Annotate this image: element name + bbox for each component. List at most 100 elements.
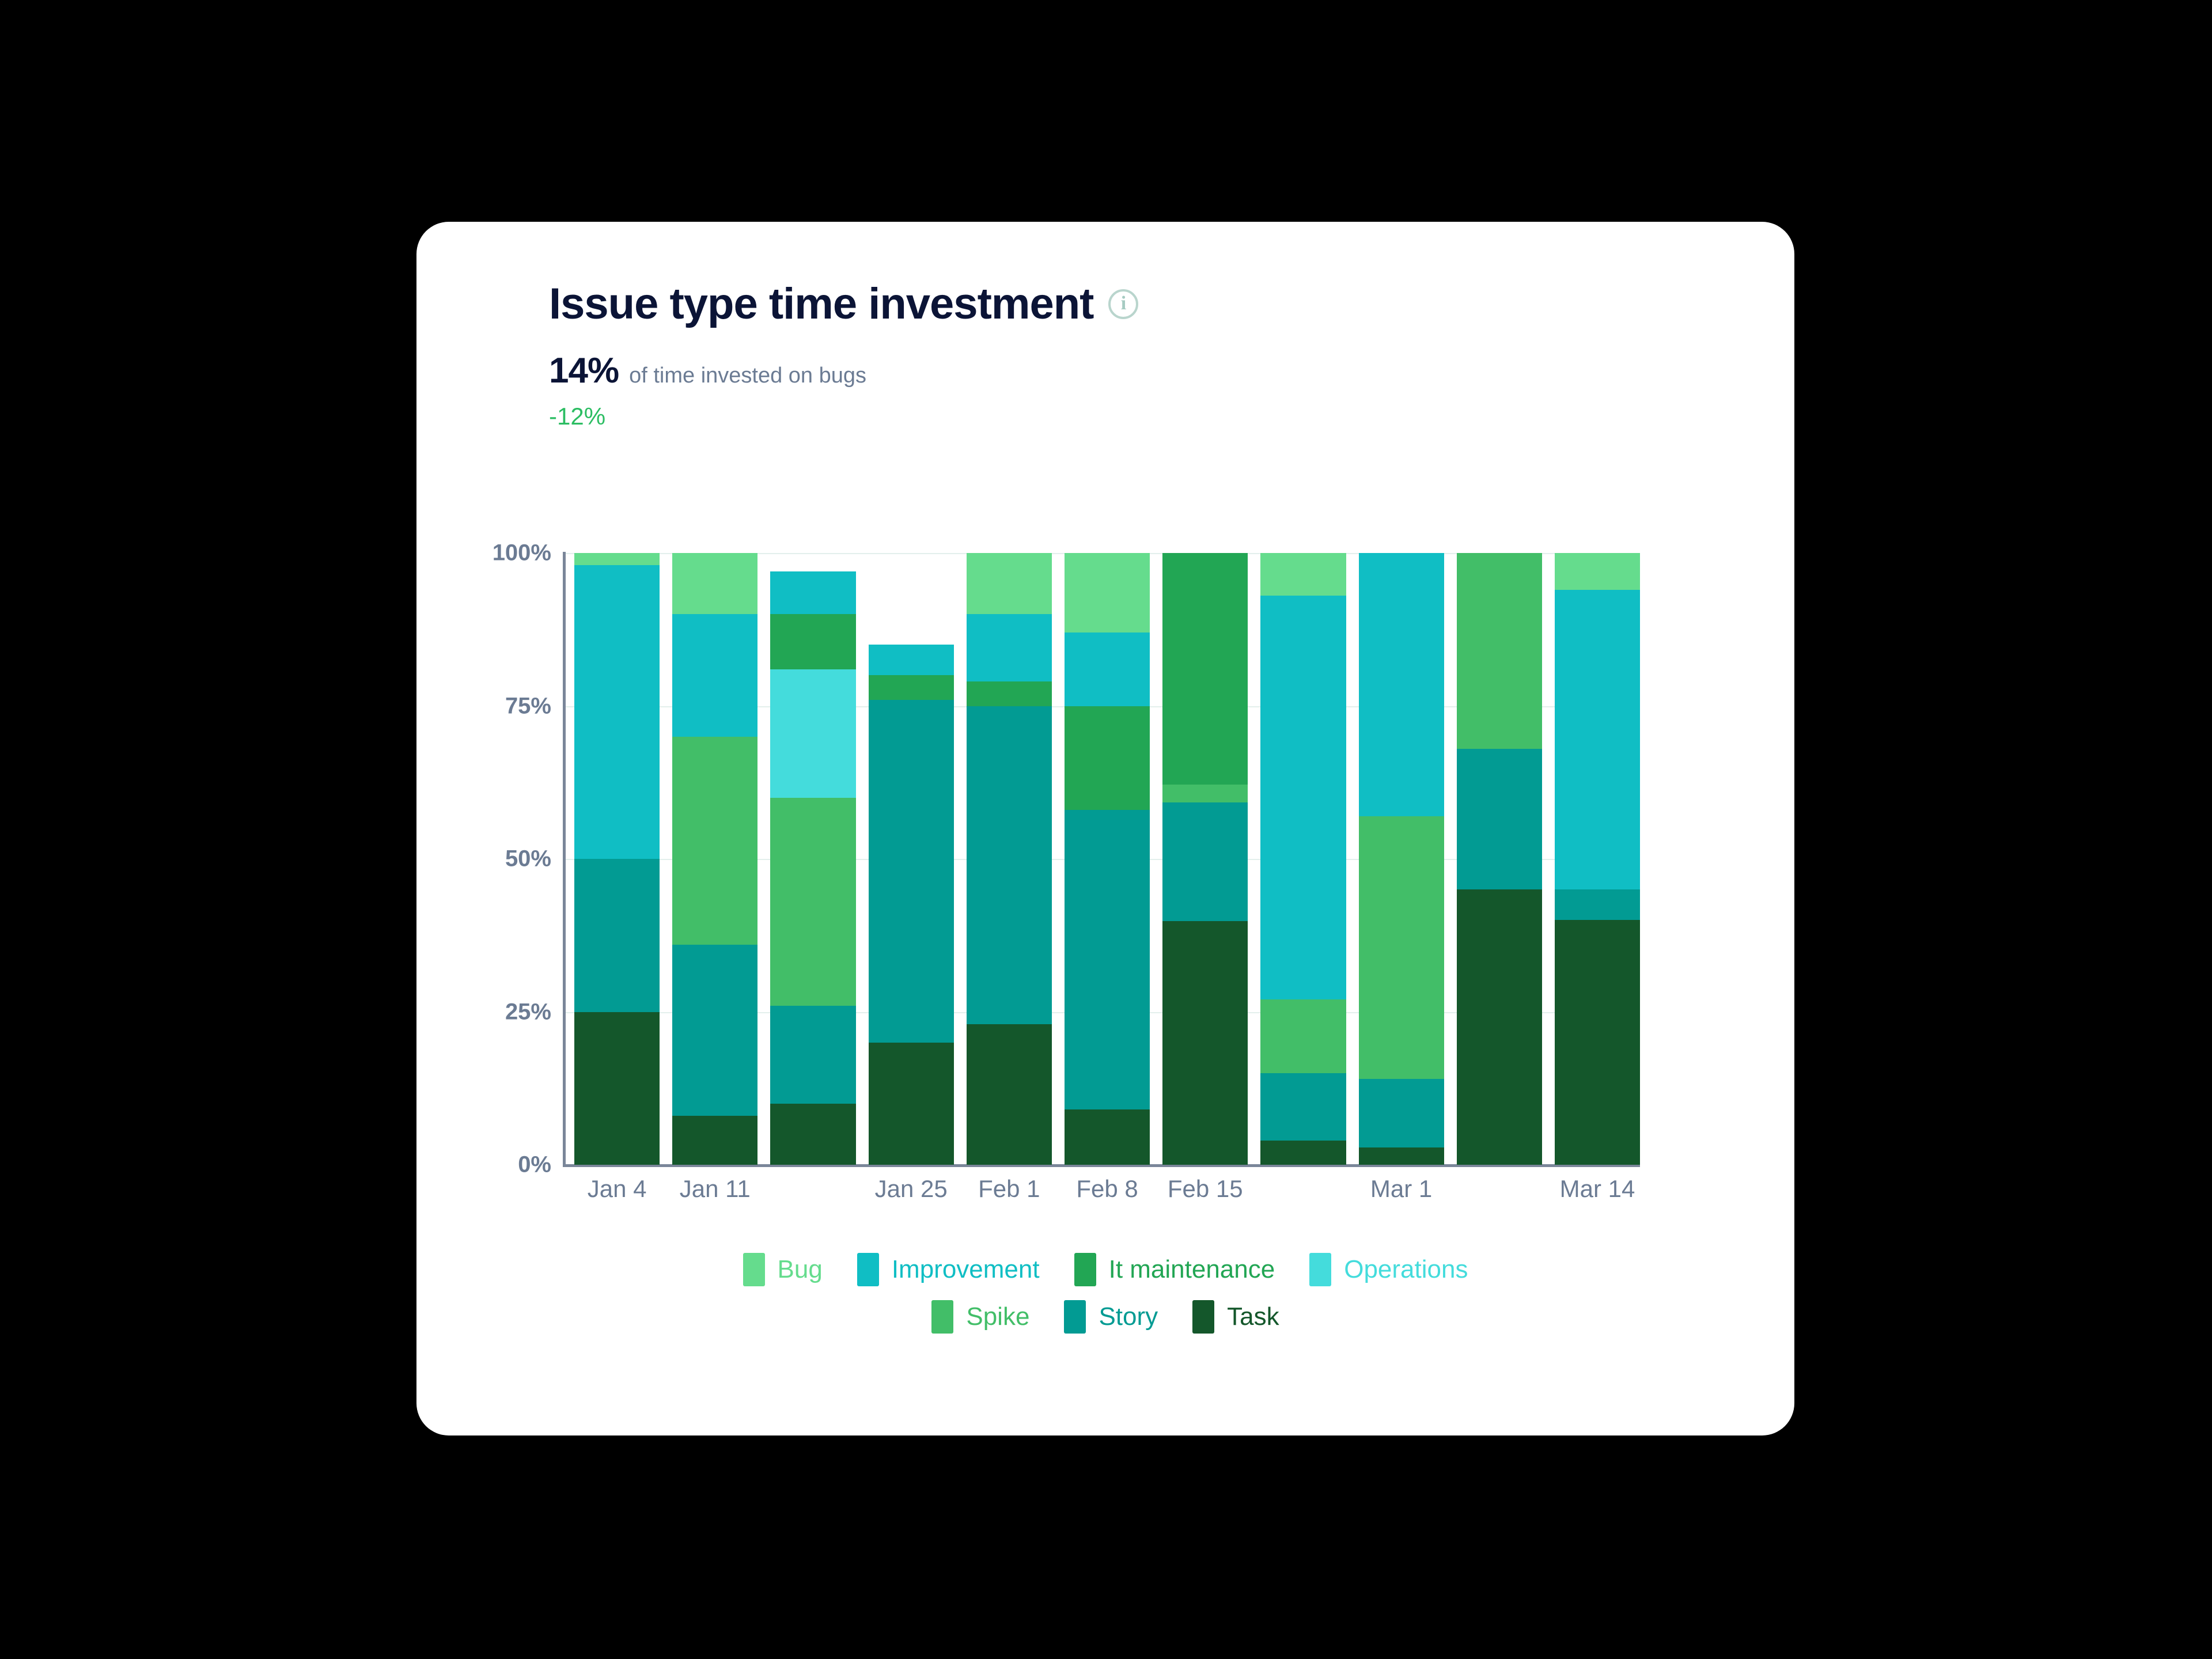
x-axis-labels: Jan 4 Jan 11 Jan 25 Feb 1 Feb 8 Feb 15 Mar 1 Ma…	[574, 1175, 1640, 1203]
bar-segment-bug[interactable]	[672, 553, 758, 615]
bar-segment-spike[interactable]	[1162, 785, 1248, 803]
legend-item-improvement[interactable]: Improvement	[857, 1253, 1040, 1286]
bar-group	[574, 552, 1641, 1165]
bar-segment-story[interactable]	[1456, 748, 1542, 890]
bar-segment-improvement[interactable]	[1260, 596, 1346, 1000]
bar-segment-story[interactable]	[1162, 802, 1248, 922]
legend-swatch-icon	[857, 1253, 879, 1286]
bar-segment-bug[interactable]	[1064, 553, 1150, 633]
x-axis-tick-label: Feb 15	[1167, 1175, 1243, 1202]
legend-item-operations[interactable]: Operations	[1309, 1253, 1468, 1286]
legend-swatch-icon	[1309, 1253, 1332, 1286]
chart-legend: Bug Improvement It maintenance Operations Sp…	[416, 1253, 1794, 1347]
bar-column[interactable]	[868, 553, 954, 1165]
bar-column[interactable]	[1260, 553, 1346, 1165]
bar-segment-story[interactable]	[1358, 1079, 1444, 1148]
legend-label: Spike	[966, 1302, 1030, 1331]
bar-segment-it-maintenance[interactable]	[1064, 706, 1150, 810]
bar-column[interactable]	[1358, 552, 1444, 1165]
bar-segment-it-maintenance[interactable]	[966, 681, 1052, 706]
y-axis-tick-label: 75%	[505, 693, 551, 718]
bar-segment-improvement[interactable]	[1358, 552, 1444, 816]
bar-segment-task[interactable]	[868, 1042, 954, 1165]
bar-column[interactable]	[1064, 553, 1150, 1165]
legend-swatch-icon	[1192, 1300, 1215, 1334]
bar-segment-task[interactable]	[1554, 920, 1641, 1165]
bar-segment-bug[interactable]	[966, 553, 1052, 615]
bar-segment-bug[interactable]	[1554, 553, 1641, 590]
bar-column[interactable]	[1162, 553, 1248, 1165]
bar-column[interactable]	[770, 553, 856, 1165]
bar-segment-story[interactable]	[868, 699, 954, 1043]
bar-column[interactable]	[574, 553, 660, 1165]
bar-segment-improvement[interactable]	[1064, 632, 1150, 706]
y-axis-labels: 0% 25% 50% 75% 100%	[453, 540, 551, 1177]
legend-swatch-icon	[1064, 1300, 1086, 1334]
legend-item-bug[interactable]: Bug	[743, 1253, 823, 1286]
x-axis-tick-label: Mar 1	[1370, 1175, 1433, 1202]
legend-label: Story	[1099, 1302, 1158, 1331]
legend-row-1: Bug Improvement It maintenance Operations	[416, 1253, 1794, 1286]
legend-swatch-icon	[743, 1253, 765, 1286]
bar-segment-story[interactable]	[672, 944, 758, 1116]
bar-segment-spike[interactable]	[672, 736, 758, 945]
bar-column[interactable]	[966, 553, 1052, 1165]
bar-segment-it-maintenance[interactable]	[770, 614, 856, 669]
bar-column[interactable]	[672, 553, 758, 1165]
x-axis-tick-label: Jan 4	[587, 1175, 647, 1202]
x-axis-tick-label: Mar 14	[1559, 1175, 1635, 1202]
bar-segment-spike[interactable]	[1358, 816, 1444, 1080]
y-axis-tick-label: 25%	[505, 999, 551, 1024]
bar-segment-spike[interactable]	[1260, 999, 1346, 1073]
bar-segment-task[interactable]	[1456, 889, 1542, 1165]
screen-root: Issue type time investment i 14% of time…	[0, 0, 2212, 1659]
bar-segment-improvement[interactable]	[574, 565, 660, 859]
bar-segment-spike[interactable]	[770, 797, 856, 1006]
legend-label: Bug	[777, 1255, 823, 1283]
bar-column[interactable]	[1554, 553, 1641, 1165]
legend-label: Operations	[1344, 1255, 1468, 1283]
chart: 0% 25% 50% 75% 100% Jan 4 Jan 11 Jan 25 Feb 1 Fe…	[416, 222, 1794, 1435]
x-axis-tick-label: Jan 25	[874, 1175, 948, 1202]
bar-segment-it-maintenance[interactable]	[868, 675, 954, 700]
x-axis-tick-label	[1260, 1175, 1346, 1203]
bar-segment-task[interactable]	[770, 1103, 856, 1165]
bar-segment-story[interactable]	[966, 706, 1052, 1024]
legend-label: Improvement	[891, 1255, 1040, 1283]
x-axis-tick-label: Feb 1	[978, 1175, 1040, 1202]
bar-segment-task[interactable]	[574, 1012, 660, 1165]
legend-row-2: Spike Story Task	[416, 1300, 1794, 1334]
bar-segment-story[interactable]	[1260, 1073, 1346, 1141]
legend-item-story[interactable]: Story	[1064, 1300, 1158, 1334]
bar-segment-operations[interactable]	[770, 669, 856, 798]
bar-segment-task[interactable]	[1064, 1109, 1150, 1165]
bar-segment-story[interactable]	[1554, 889, 1641, 921]
x-axis-tick-label	[1457, 1175, 1542, 1203]
bar-segment-bug[interactable]	[1260, 553, 1346, 596]
issue-type-time-investment-card: Issue type time investment i 14% of time…	[416, 222, 1794, 1435]
legend-item-spike[interactable]: Spike	[931, 1300, 1029, 1334]
bar-segment-bug[interactable]	[574, 553, 660, 566]
legend-item-task[interactable]: Task	[1192, 1300, 1279, 1334]
bar-segment-it-maintenance[interactable]	[1162, 553, 1248, 785]
bar-segment-story[interactable]	[770, 1005, 856, 1104]
x-axis-tick-label: Feb 8	[1076, 1175, 1138, 1202]
bar-column[interactable]	[1456, 553, 1542, 1165]
bar-segment-task[interactable]	[1358, 1147, 1444, 1165]
bar-segment-improvement[interactable]	[868, 645, 954, 676]
bar-segment-task[interactable]	[1260, 1140, 1346, 1165]
bar-segment-story[interactable]	[1064, 810, 1150, 1110]
bar-segment-task[interactable]	[672, 1116, 758, 1165]
legend-item-it-maintenance[interactable]: It maintenance	[1074, 1253, 1275, 1286]
y-axis-tick-label: 0%	[518, 1152, 551, 1177]
bar-segment-improvement[interactable]	[672, 614, 758, 737]
legend-swatch-icon	[931, 1300, 954, 1334]
bar-segment-spike[interactable]	[1456, 553, 1542, 749]
bar-segment-task[interactable]	[1162, 921, 1248, 1165]
bar-segment-story[interactable]	[574, 859, 660, 1012]
bar-segment-task[interactable]	[966, 1024, 1052, 1165]
bar-segment-improvement[interactable]	[1554, 589, 1641, 890]
y-axis-tick-label: 100%	[492, 540, 551, 566]
bar-segment-improvement[interactable]	[966, 614, 1052, 682]
bar-segment-improvement[interactable]	[770, 571, 856, 615]
